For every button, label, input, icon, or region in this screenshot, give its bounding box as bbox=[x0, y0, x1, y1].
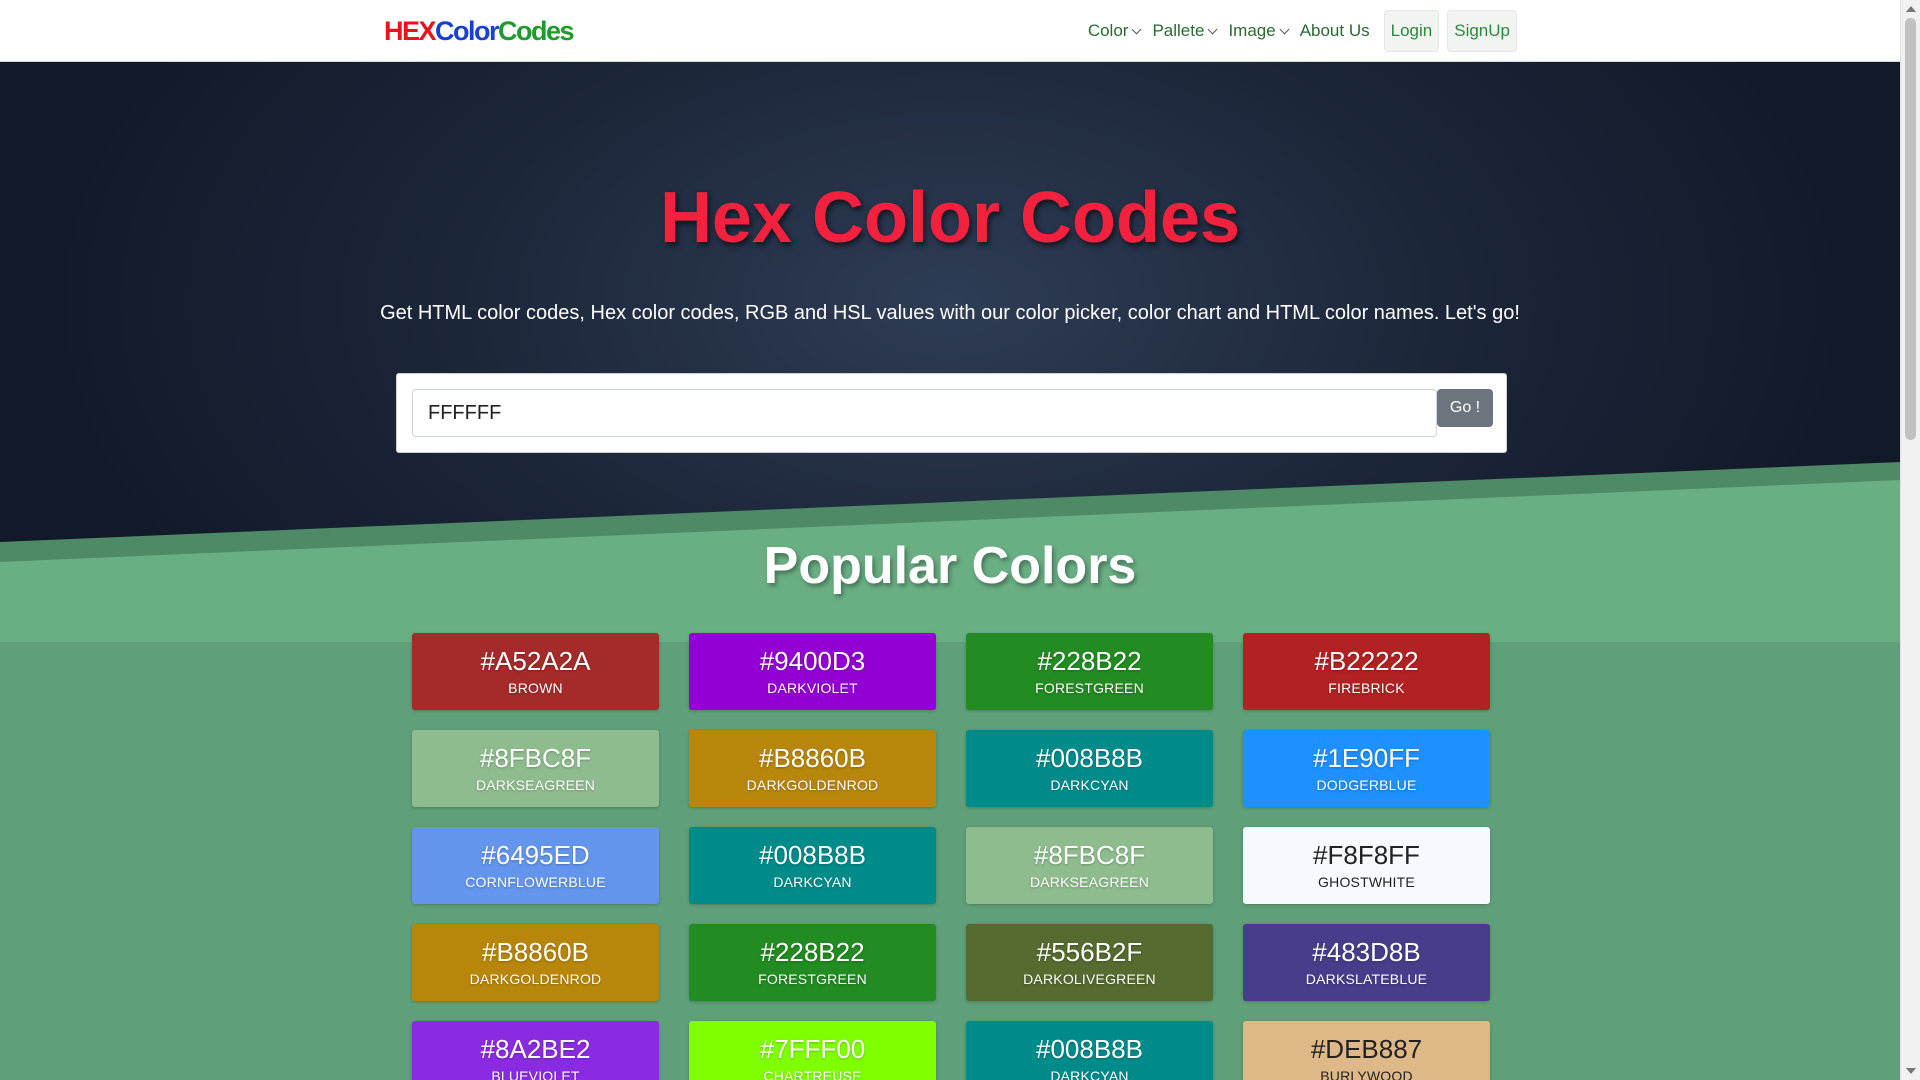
hero-title: Hex Color Codes bbox=[659, 178, 1241, 258]
color-name: CORNFLOWERBLUE bbox=[465, 874, 606, 890]
color-card[interactable]: #B8860B DARKGOLDENROD bbox=[412, 924, 659, 1001]
nav-item-label: Color bbox=[1087, 21, 1129, 40]
color-hex-code: #A52A2A bbox=[480, 646, 591, 676]
nav-menu: Color Pallete Image About Us Login SignU… bbox=[1082, 10, 1517, 52]
color-hex-code: #8A2BE2 bbox=[480, 1034, 591, 1064]
color-name: DARKCYAN bbox=[773, 874, 852, 890]
color-name: BLUEVIOLET bbox=[491, 1068, 580, 1080]
color-card[interactable]: #8A2BE2 BLUEVIOLET bbox=[412, 1021, 659, 1080]
nav-item-image[interactable]: Image bbox=[1222, 10, 1293, 52]
nav-item-label: Pallete bbox=[1152, 21, 1205, 40]
brand-part-color: Color bbox=[435, 16, 500, 46]
color-hex-code: #228B22 bbox=[760, 937, 865, 967]
color-hex-code: #8FBC8F bbox=[1033, 840, 1146, 870]
color-card[interactable]: #556B2F DARKOLIVEGREEN bbox=[966, 924, 1213, 1001]
color-card[interactable]: #228B22 FORESTGREEN bbox=[966, 633, 1213, 710]
popular-colors-title: Popular Colors bbox=[763, 537, 1137, 595]
color-card[interactable]: #F8F8FF GHOSTWHITE bbox=[1243, 827, 1490, 904]
login-button[interactable]: Login bbox=[1383, 10, 1440, 52]
color-card[interactable]: #B8860B DARKGOLDENROD bbox=[689, 730, 936, 807]
color-hex-code: #8FBC8F bbox=[479, 743, 592, 773]
color-hex-code: #7FFF00 bbox=[759, 1034, 866, 1064]
color-search-input[interactable] bbox=[412, 389, 1437, 437]
hero-subtitle: Get HTML color codes, Hex color codes, R… bbox=[380, 302, 1520, 324]
color-card[interactable]: #A52A2A BROWN bbox=[412, 633, 659, 710]
nav-item-pallete[interactable]: Pallete bbox=[1146, 10, 1222, 52]
brand-part-codes: Codes bbox=[498, 16, 575, 46]
popular-colors-grid: #A52A2A BROWN #9400D3 DARKVIOLET #228B22 FORE… bbox=[412, 633, 1494, 1080]
go-button[interactable]: Go ! bbox=[1437, 389, 1493, 427]
color-card[interactable]: #6495ED CORNFLOWERBLUE bbox=[412, 827, 659, 904]
hero-section: Hex Color Codes Get HTML color codes, He… bbox=[0, 62, 1900, 642]
color-name: FIREBRICK bbox=[1328, 680, 1405, 696]
color-name: FORESTGREEN bbox=[1035, 680, 1144, 696]
color-name: DARKCYAN bbox=[1050, 777, 1129, 793]
color-card[interactable]: #7FFF00 CHARTREUSE bbox=[689, 1021, 936, 1080]
color-hex-code: #483D8B bbox=[1312, 937, 1421, 967]
color-hex-code: #008B8B bbox=[1036, 1034, 1143, 1064]
color-hex-code: #228B22 bbox=[1037, 646, 1142, 676]
color-name: BROWN bbox=[508, 680, 563, 696]
brand-part-hex: HEX bbox=[384, 16, 437, 46]
color-name: CHARTREUSE bbox=[763, 1068, 862, 1080]
scroll-up-arrow-icon[interactable] bbox=[1906, 6, 1916, 12]
navbar: HEXColorCodes Color Pallete Image About … bbox=[0, 0, 1900, 62]
color-card[interactable]: #008B8B DARKCYAN bbox=[689, 827, 936, 904]
color-name: GHOSTWHITE bbox=[1318, 874, 1415, 890]
nav-item-about-us[interactable]: About Us bbox=[1294, 10, 1376, 52]
color-name: DARKGOLDENROD bbox=[746, 777, 879, 793]
color-name: BURLYWOOD bbox=[1320, 1068, 1413, 1080]
scroll-down-arrow-icon[interactable] bbox=[1906, 1068, 1916, 1074]
color-hex-code: #B8860B bbox=[482, 937, 589, 967]
color-name: DARKSEAGREEN bbox=[475, 777, 596, 793]
color-name: DARKCYAN bbox=[1050, 1068, 1129, 1080]
color-card[interactable]: #008B8B DARKCYAN bbox=[966, 730, 1213, 807]
color-hex-code: #008B8B bbox=[1036, 743, 1143, 773]
color-card[interactable]: #B22222 FIREBRICK bbox=[1243, 633, 1490, 710]
color-card[interactable]: #228B22 FORESTGREEN bbox=[689, 924, 936, 1001]
color-hex-code: #9400D3 bbox=[759, 646, 866, 676]
color-hex-code: #556B2F bbox=[1036, 937, 1143, 967]
color-name: DARKOLIVEGREEN bbox=[1023, 971, 1156, 987]
page-scrollbar[interactable] bbox=[1900, 0, 1920, 1080]
scrollbar-thumb[interactable] bbox=[1905, 18, 1916, 440]
signup-button[interactable]: SignUp bbox=[1447, 10, 1517, 52]
color-hex-code: #6495ED bbox=[481, 840, 590, 870]
color-card[interactable]: #8FBC8F DARKSEAGREEN bbox=[412, 730, 659, 807]
chevron-down-icon bbox=[1279, 24, 1290, 34]
color-name: DODGERBLUE bbox=[1316, 777, 1417, 793]
chevron-down-icon bbox=[1132, 24, 1142, 34]
color-hex-code: #008B8B bbox=[759, 840, 866, 870]
color-card[interactable]: #9400D3 DARKVIOLET bbox=[689, 633, 936, 710]
color-card[interactable]: #008B8B DARKCYAN bbox=[966, 1021, 1213, 1080]
color-card[interactable]: #1E90FF DODGERBLUE bbox=[1243, 730, 1490, 807]
color-hex-code: #F8F8FF bbox=[1313, 840, 1420, 870]
nav-item-color[interactable]: Color bbox=[1082, 10, 1147, 52]
color-hex-code: #B8860B bbox=[759, 743, 866, 773]
search-form: Go ! bbox=[396, 373, 1507, 453]
color-card[interactable]: #483D8B DARKSLATEBLUE bbox=[1243, 924, 1490, 1001]
color-name: DARKSLATEBLUE bbox=[1305, 971, 1428, 987]
color-name: FORESTGREEN bbox=[758, 971, 867, 987]
color-hex-code: #DEB887 bbox=[1310, 1034, 1423, 1064]
color-card[interactable]: #DEB887 BURLYWOOD bbox=[1243, 1021, 1490, 1080]
color-name: DARKSEAGREEN bbox=[1029, 874, 1150, 890]
nav-item-label: Image bbox=[1228, 21, 1276, 40]
chevron-down-icon bbox=[1207, 24, 1218, 34]
nav-item-label: About Us bbox=[1299, 21, 1370, 40]
brand-logo[interactable]: HEXColorCodes bbox=[384, 16, 575, 47]
color-hex-code: #1E90FF bbox=[1313, 743, 1420, 773]
color-name: DARKGOLDENROD bbox=[469, 971, 602, 987]
color-hex-code: #B22222 bbox=[1314, 646, 1419, 676]
color-card[interactable]: #8FBC8F DARKSEAGREEN bbox=[966, 827, 1213, 904]
color-name: DARKVIOLET bbox=[767, 680, 858, 696]
